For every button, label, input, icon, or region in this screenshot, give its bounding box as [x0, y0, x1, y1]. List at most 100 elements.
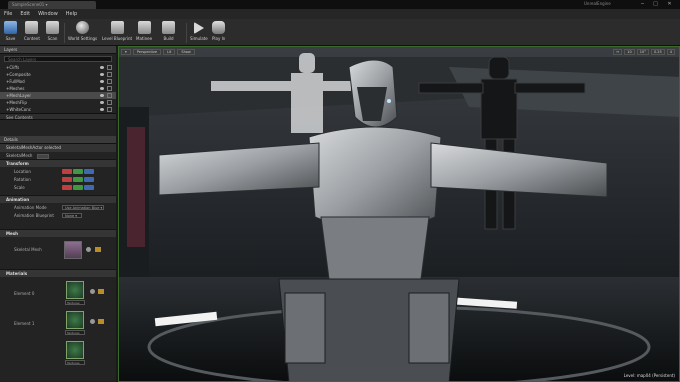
perspective-button[interactable]: Perspective [132, 49, 162, 55]
build-button[interactable]: Build [162, 21, 175, 45]
animation-section-header[interactable]: Animation [0, 195, 116, 203]
main-toolbar: Save Content Scan World Settings Level B… [0, 19, 680, 46]
materials-list: Element 0 Textures Element 1 Textures Te… [0, 277, 116, 377]
material-thumbnail[interactable] [66, 281, 84, 299]
rotation-label: Rotation [14, 176, 31, 182]
folder-icon[interactable] [98, 319, 104, 324]
animation-mode-label: Animation Mode [14, 204, 47, 210]
maximize-button[interactable]: □ [651, 1, 660, 7]
eye-icon[interactable] [100, 101, 104, 104]
eye-icon[interactable] [100, 94, 104, 97]
y-field[interactable] [73, 184, 83, 190]
play-icon [212, 21, 226, 34]
x-field[interactable] [62, 168, 72, 174]
material-name[interactable]: Textures [65, 300, 85, 305]
y-field[interactable] [73, 176, 83, 182]
checkbox[interactable] [107, 107, 112, 112]
folder-icon[interactable] [98, 289, 104, 294]
current-level-label: Level: map04 (Persistent) [623, 373, 675, 378]
rotation-row: Rotation [0, 175, 116, 183]
menu-help[interactable]: Help [66, 11, 77, 17]
scan-button[interactable]: Scan [46, 21, 59, 45]
see-contents-button[interactable]: See Contents [0, 113, 116, 120]
z-field[interactable] [84, 168, 94, 174]
animation-blueprint-select[interactable]: None ▾ [62, 212, 82, 218]
menu-window[interactable]: Window [38, 11, 58, 17]
layer-label: +WhiteConc [6, 107, 31, 112]
matinee-button[interactable]: Matinee [136, 21, 152, 45]
simulate-button[interactable]: Simulate [190, 21, 208, 45]
menu-edit[interactable]: Edit [20, 11, 30, 17]
content-button[interactable]: Content [24, 21, 40, 45]
selected-actor-label: SkeletalMeshActor selected [0, 144, 116, 152]
layer-item-selected[interactable]: +MeshLayer [0, 92, 116, 99]
checkbox[interactable] [107, 65, 112, 70]
level-viewport[interactable]: ▾ Perspective Lit Show ↔ 10 10° 0.25 4 L… [118, 46, 680, 382]
mesh-section-header[interactable]: Mesh [0, 229, 116, 237]
eye-icon[interactable] [100, 80, 104, 83]
minimize-button[interactable]: ─ [638, 1, 647, 7]
menu-file[interactable]: File [4, 11, 12, 17]
level-blueprint-icon [110, 21, 124, 34]
eye-icon[interactable] [100, 108, 104, 111]
add-component-button[interactable] [36, 153, 49, 159]
layers-panel-header[interactable]: Layers [0, 46, 116, 54]
save-icon [4, 21, 17, 34]
content-icon [25, 21, 39, 34]
save-button[interactable]: Save [4, 21, 17, 45]
checkbox[interactable] [107, 86, 112, 91]
x-field[interactable] [62, 184, 72, 190]
material-thumbnail[interactable] [66, 311, 84, 329]
material-name[interactable]: Textures [65, 330, 85, 335]
build-label: Build [163, 36, 174, 41]
close-button[interactable]: ✕ [665, 1, 674, 7]
lit-button[interactable]: Lit [163, 49, 176, 55]
material-name[interactable]: Textures [65, 360, 85, 365]
animation-mode-select[interactable]: Use Animation Blue ▾ [62, 204, 104, 210]
component-label: SkeletalMesh [6, 153, 33, 158]
checkbox[interactable] [107, 93, 112, 98]
browse-icon[interactable] [90, 319, 95, 324]
materials-section-header[interactable]: Materials [0, 269, 116, 277]
folder-icon[interactable] [95, 247, 101, 252]
viewport-menu-button[interactable]: ▾ [121, 49, 131, 55]
checkbox[interactable] [107, 79, 112, 84]
rotation-fields [62, 176, 94, 182]
layer-item[interactable]: +MeshFlip [0, 99, 116, 106]
layer-item[interactable]: +FullMod [0, 78, 116, 85]
layer-item[interactable]: +Composite [0, 71, 116, 78]
skeletal-mesh-thumbnail[interactable] [64, 241, 82, 259]
layers-search-input[interactable]: Search Layers [4, 56, 112, 62]
transform-section-header[interactable]: Transform [0, 159, 116, 167]
browse-icon[interactable] [86, 247, 91, 252]
location-fields [62, 168, 94, 174]
app-name: UnrealEngine [584, 1, 611, 6]
menu-bar: File Edit Window Help [0, 9, 680, 19]
element-label: Element 1 [14, 321, 35, 326]
world-settings-button[interactable]: World Settings [68, 21, 97, 45]
eye-icon[interactable] [100, 66, 104, 69]
wall-column-detail [127, 127, 145, 247]
eye-icon[interactable] [100, 73, 104, 76]
browse-icon[interactable] [90, 289, 95, 294]
eye-icon[interactable] [100, 87, 104, 90]
z-field[interactable] [84, 176, 94, 182]
level-tab[interactable]: SampleScene01 ▾ [8, 1, 96, 9]
level-blueprint-button[interactable]: Level Blueprint [102, 21, 132, 45]
x-field[interactable] [62, 176, 72, 182]
z-field[interactable] [84, 184, 94, 190]
layer-item[interactable]: +Cliffs [0, 64, 116, 71]
y-field[interactable] [73, 168, 83, 174]
content-label: Content [24, 36, 40, 41]
panel-spacer [0, 219, 116, 229]
show-button[interactable]: Show [177, 49, 195, 55]
layer-item[interactable]: +WhiteConc [0, 106, 116, 113]
checkbox[interactable] [107, 100, 112, 105]
material-thumbnail[interactable] [66, 341, 84, 359]
details-panel-header[interactable]: Details [0, 136, 116, 144]
location-row: Location [0, 167, 116, 175]
layer-item[interactable]: +Meshes [0, 85, 116, 92]
animation-mode-row: Animation Mode Use Animation Blue ▾ [0, 203, 116, 211]
play-button[interactable]: Play In [212, 21, 225, 45]
checkbox[interactable] [107, 72, 112, 77]
